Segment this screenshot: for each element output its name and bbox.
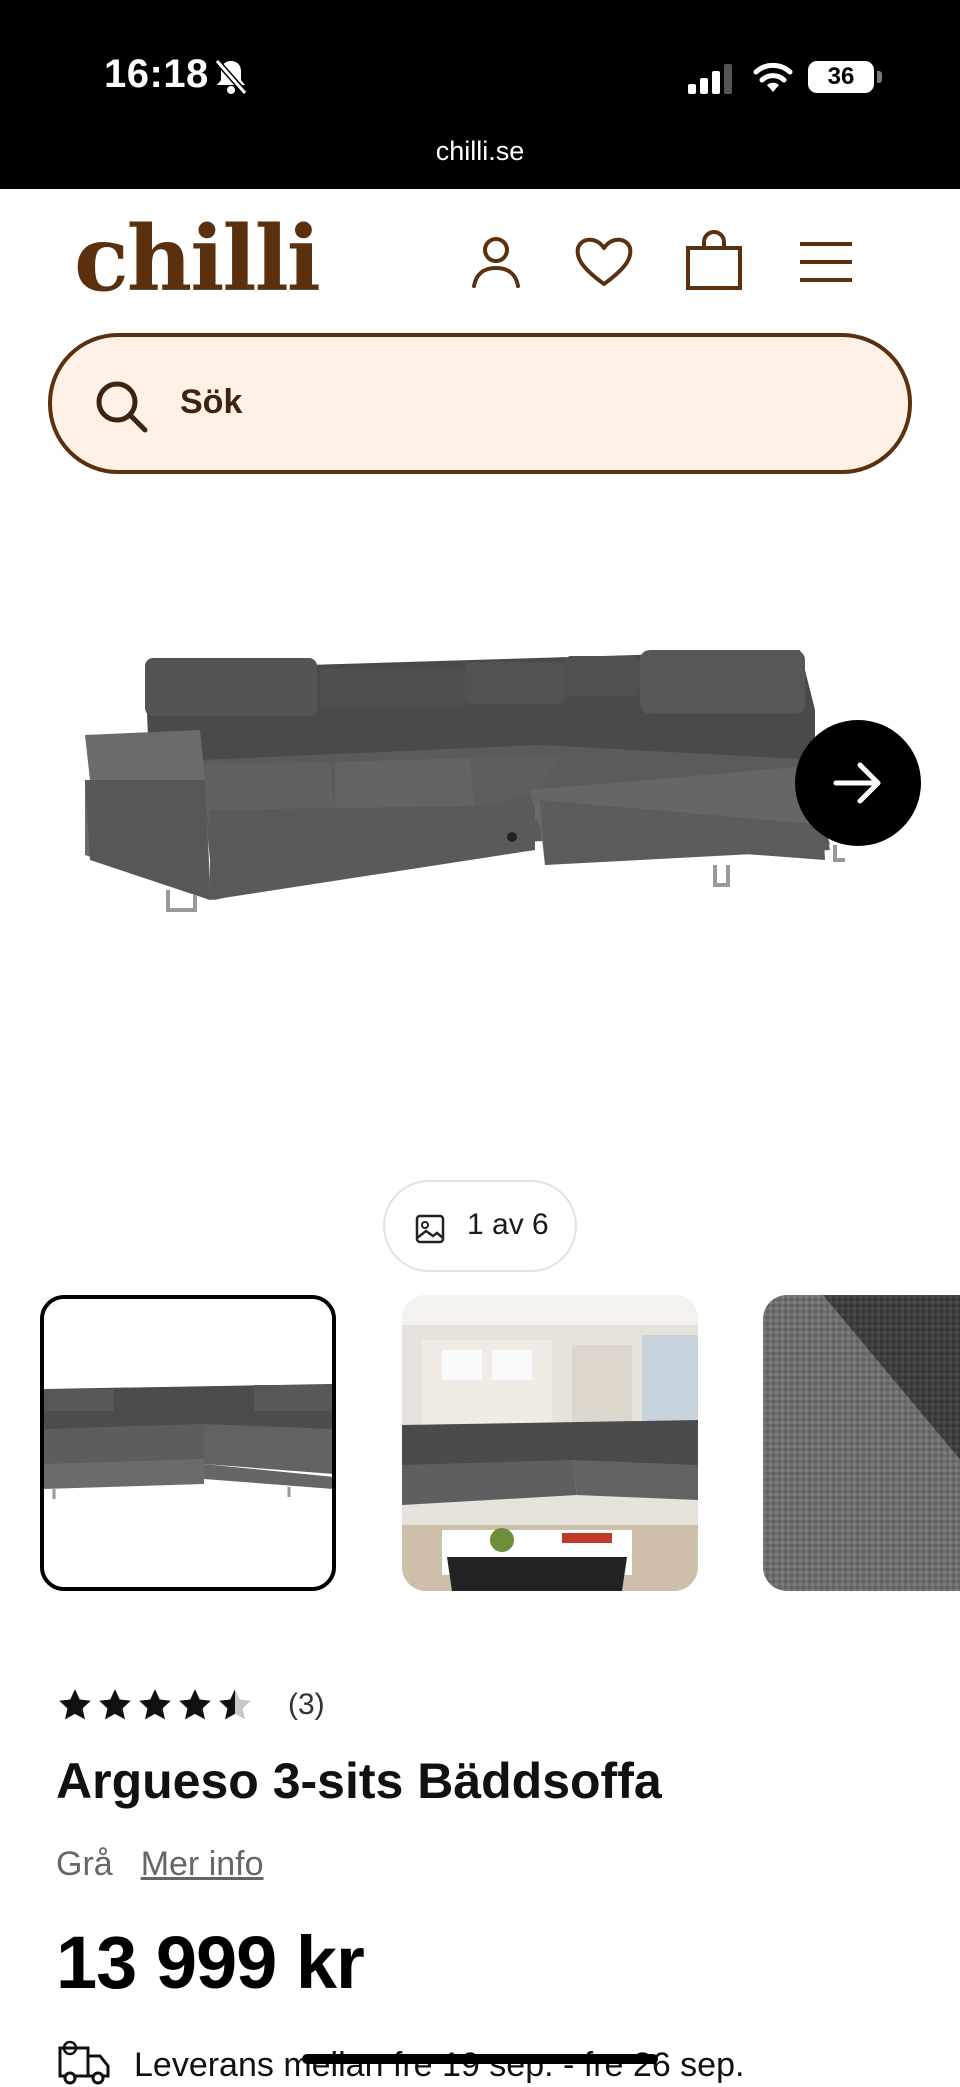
url-text[interactable]: chilli.se xyxy=(0,136,960,167)
thumbnail-fabric-closeup[interactable] xyxy=(763,1295,960,1591)
star-full-icon xyxy=(179,1689,211,1720)
product-price: 13 999 kr xyxy=(56,1921,365,2004)
bag-icon[interactable] xyxy=(682,230,746,294)
chilli-logo[interactable]: chilli xyxy=(74,204,321,314)
image-counter-text: 1 av 6 xyxy=(467,1208,549,1241)
thumbnail-sofa-white[interactable] xyxy=(40,1295,336,1591)
bell-slash-icon xyxy=(214,58,248,96)
home-indicator xyxy=(302,2054,658,2064)
signal-icon xyxy=(688,64,732,94)
more-info-link[interactable]: Mer info xyxy=(141,1845,264,1883)
review-count[interactable]: (3) xyxy=(288,1688,325,1722)
search-icon xyxy=(96,381,148,433)
menu-icon[interactable] xyxy=(794,230,858,294)
variant-row: Grå Mer info xyxy=(56,1845,264,1884)
battery-icon: 36 xyxy=(808,61,874,93)
battery-nub xyxy=(877,71,882,83)
user-icon[interactable] xyxy=(464,230,528,294)
delivery-text: Leverans mellan fre 19 sep. - fre 26 sep… xyxy=(134,2046,745,2084)
image-counter[interactable]: 1 av 6 xyxy=(383,1180,577,1272)
thumbnail-sofa-living-room[interactable] xyxy=(402,1295,698,1591)
next-image-button[interactable] xyxy=(795,720,921,846)
product-rating[interactable]: (3) xyxy=(56,1686,325,1726)
truck-icon xyxy=(58,2040,110,2085)
status-bar: 16:18 36 chilli.se xyxy=(0,0,960,189)
star-full-icon xyxy=(139,1689,171,1720)
heart-icon[interactable] xyxy=(572,230,636,294)
star-full-icon xyxy=(99,1689,131,1720)
status-time: 16:18 xyxy=(104,52,209,96)
product-title: Argueso 3-sits Bäddsoffa xyxy=(56,1753,662,1809)
star-half-icon xyxy=(219,1689,251,1720)
image-icon xyxy=(415,1214,445,1244)
wifi-icon xyxy=(753,62,793,92)
search-input[interactable]: Sök xyxy=(48,333,912,474)
arrow-right-icon xyxy=(833,762,881,804)
search-placeholder: Sök xyxy=(180,383,243,421)
star-full-icon xyxy=(59,1689,91,1720)
variant-color: Grå xyxy=(56,1845,113,1883)
